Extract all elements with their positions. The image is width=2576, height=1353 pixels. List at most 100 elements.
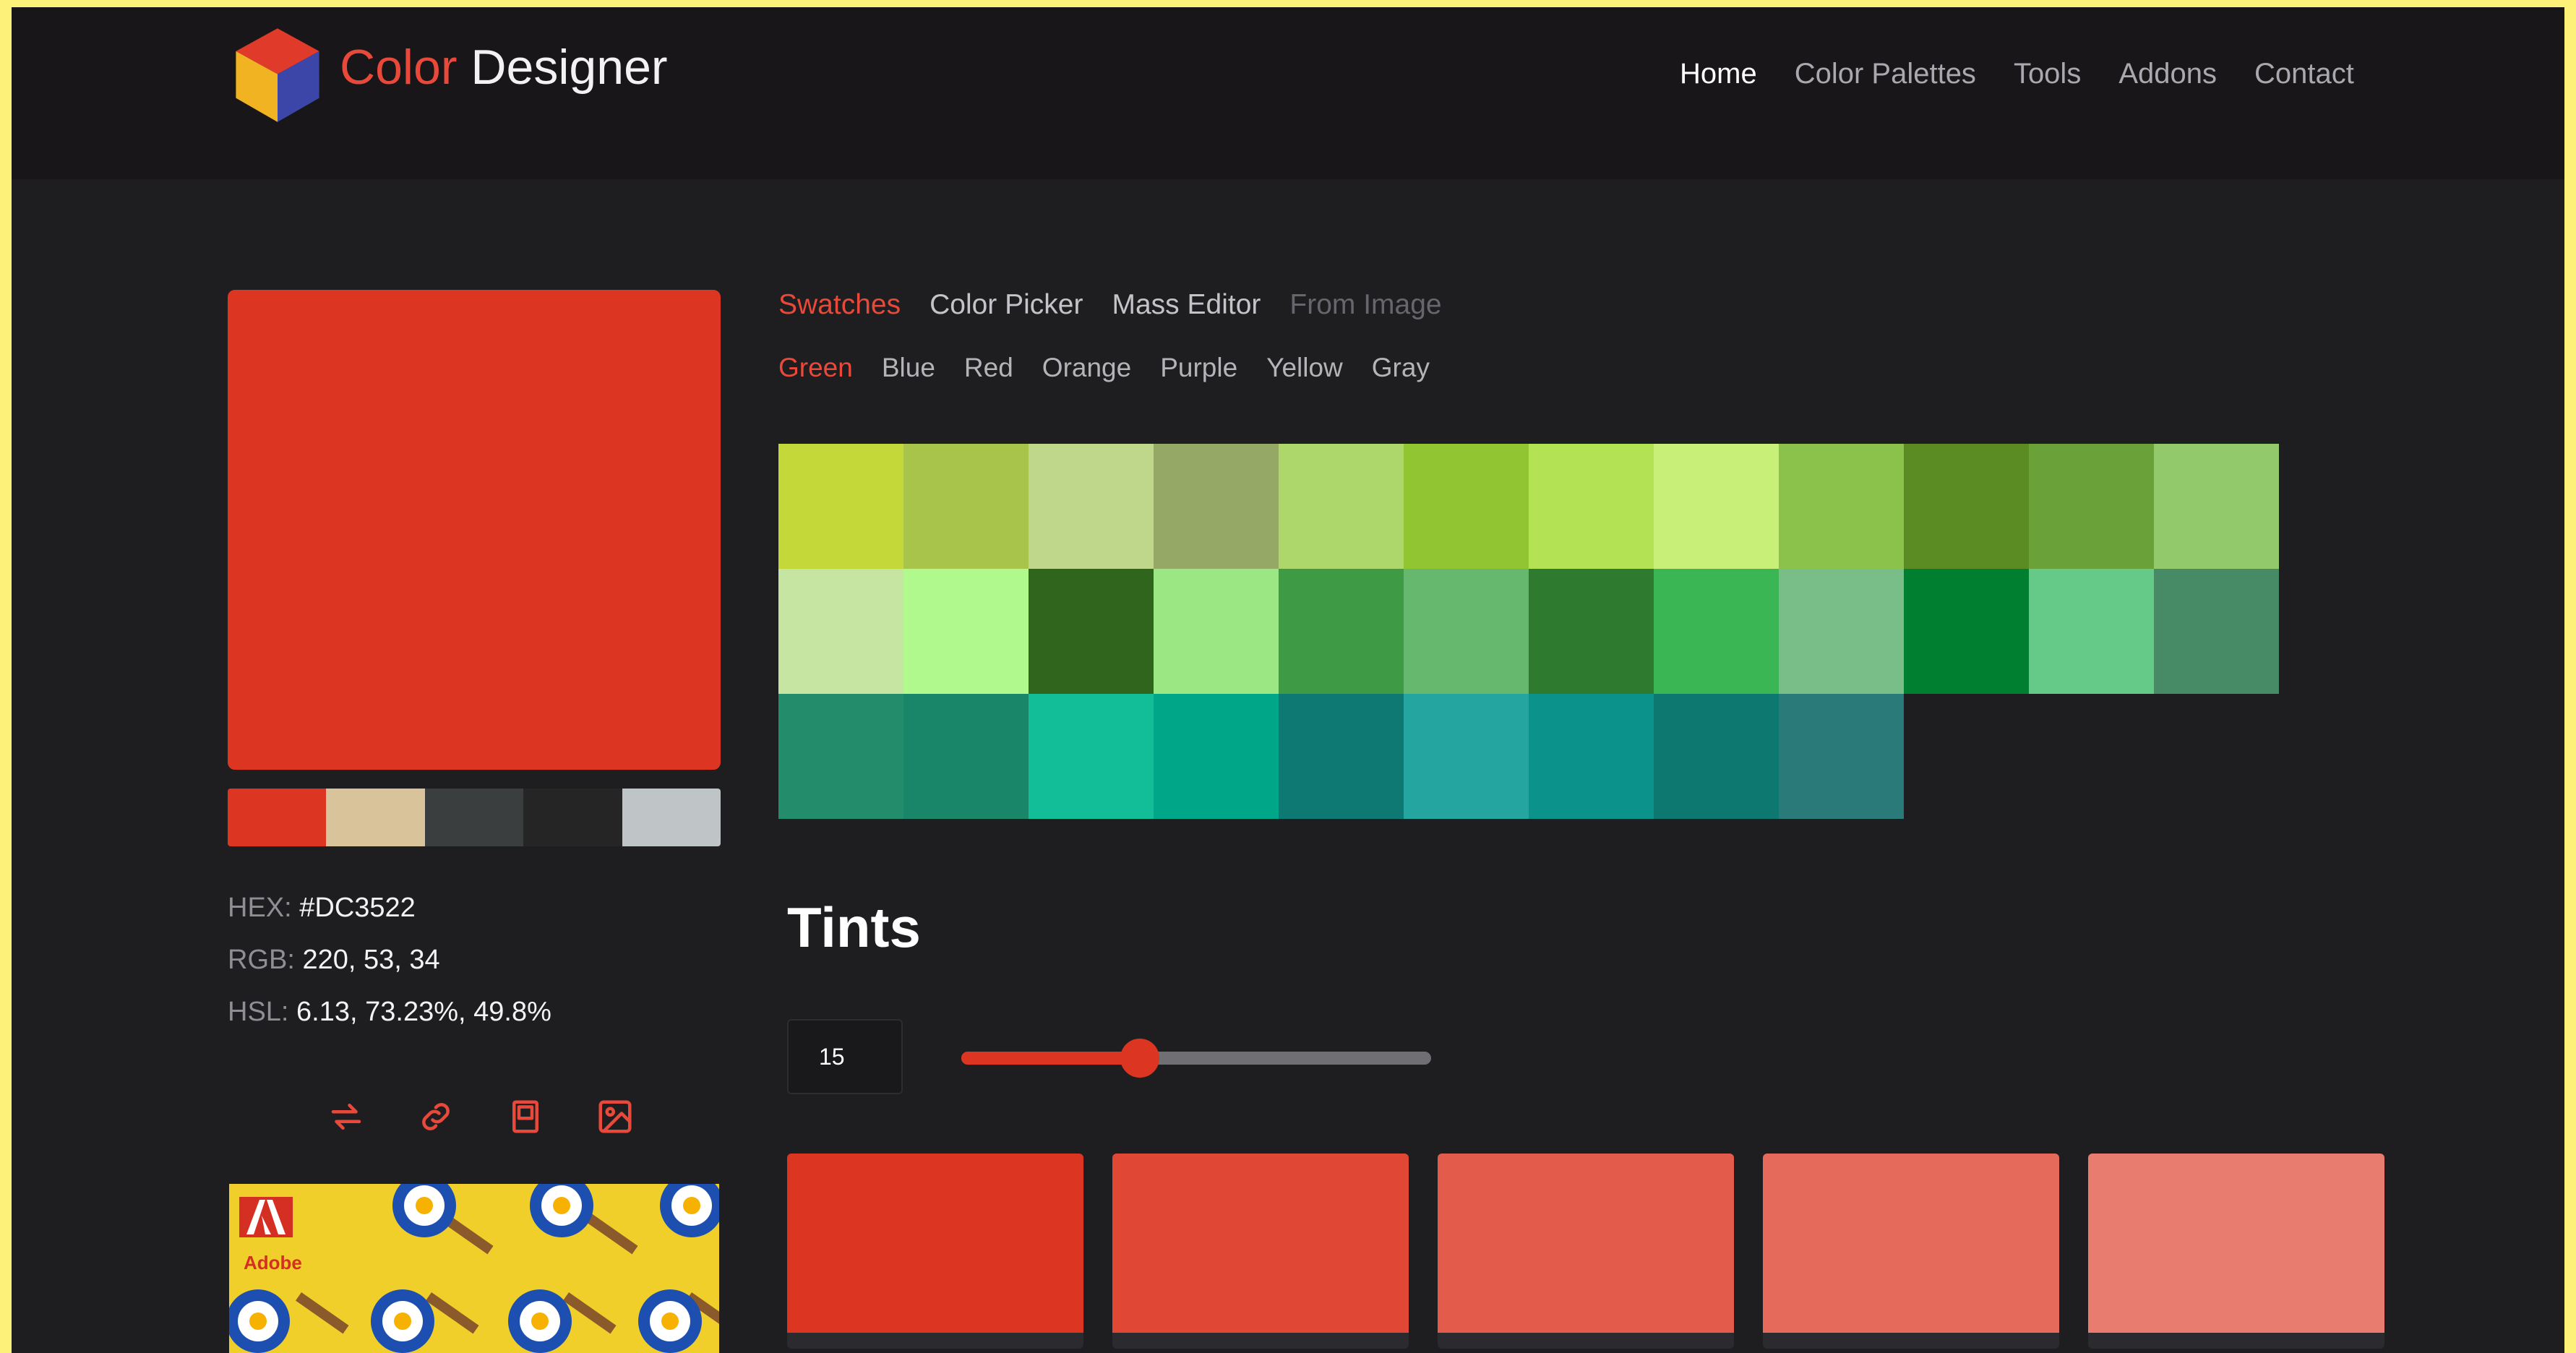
tint-color [787, 1154, 1083, 1333]
color-swatch[interactable] [1029, 569, 1154, 694]
color-swatch[interactable] [2154, 444, 2279, 569]
ad-pattern: Adobe [229, 1184, 719, 1353]
color-swatch[interactable] [1154, 569, 1279, 694]
subtab-orange[interactable]: Orange [1042, 353, 1131, 383]
color-swatch[interactable] [2029, 444, 2154, 569]
tints-row [787, 1154, 2384, 1349]
slider-thumb[interactable] [1120, 1039, 1159, 1078]
color-swatch[interactable] [1904, 569, 2029, 694]
color-swatch[interactable] [1779, 444, 1904, 569]
tint-card[interactable] [1763, 1154, 2059, 1349]
palette-swatch[interactable] [228, 789, 327, 846]
save-icon[interactable] [506, 1097, 545, 1136]
frying-pan-icon [392, 1184, 494, 1255]
tab-mass-editor[interactable]: Mass Editor [1112, 289, 1261, 321]
tint-card[interactable] [1112, 1154, 1409, 1349]
tint-card[interactable] [2088, 1154, 2384, 1349]
tint-card[interactable] [787, 1154, 1083, 1349]
mini-palette [228, 789, 721, 846]
hex-label: HEX: [228, 893, 292, 923]
color-info: HEX: #DC3522 RGB: 220, 53, 34 HSL: 6.13,… [228, 893, 551, 1049]
color-swatch[interactable] [903, 569, 1029, 694]
rgb-label: RGB: [228, 945, 295, 975]
header: Color Designer Home Color Palettes Tools… [12, 7, 2564, 179]
palette-swatch[interactable] [326, 789, 425, 846]
frying-pan-icon [508, 1289, 617, 1353]
hex-value: #DC3522 [299, 893, 416, 923]
slider-fill [961, 1052, 1140, 1065]
color-swatch[interactable] [778, 569, 903, 694]
image-icon[interactable] [596, 1097, 635, 1136]
nav-color-palettes[interactable]: Color Palettes [1795, 58, 1976, 90]
swatch-grid [778, 444, 2279, 819]
color-swatch[interactable] [2029, 569, 2154, 694]
color-swatch[interactable] [778, 444, 903, 569]
color-swatch[interactable] [1654, 444, 1779, 569]
tint-count-slider[interactable] [961, 1039, 1431, 1078]
rgb-line: RGB: 220, 53, 34 [228, 945, 551, 976]
swap-icon[interactable] [327, 1097, 366, 1136]
color-swatch[interactable] [1904, 444, 2029, 569]
frying-pan-icon [660, 1184, 719, 1237]
subtab-gray[interactable]: Gray [1372, 353, 1430, 383]
link-icon[interactable] [416, 1097, 455, 1136]
tab-swatches[interactable]: Swatches [778, 289, 901, 321]
nav-tools[interactable]: Tools [2014, 58, 2081, 90]
color-swatch[interactable] [1779, 694, 1904, 819]
hex-line: HEX: #DC3522 [228, 893, 551, 924]
color-swatch[interactable] [1029, 694, 1154, 819]
color-actions [327, 1097, 635, 1136]
tint-color [2088, 1154, 2384, 1333]
color-swatch[interactable] [1529, 694, 1654, 819]
subtab-red[interactable]: Red [964, 353, 1013, 383]
color-swatch[interactable] [1404, 694, 1529, 819]
palette-swatch[interactable] [523, 789, 622, 846]
color-swatch[interactable] [2154, 569, 2279, 694]
color-swatch[interactable] [903, 444, 1029, 569]
cube-logo-icon[interactable] [226, 23, 330, 127]
color-swatch[interactable] [1279, 694, 1404, 819]
color-swatch[interactable] [1029, 444, 1154, 569]
main-nav: Home Color Palettes Tools Addons Contact [1680, 58, 2354, 90]
color-swatch[interactable] [1279, 444, 1404, 569]
color-swatch[interactable] [1154, 444, 1279, 569]
color-swatch[interactable] [1779, 569, 1904, 694]
color-swatch[interactable] [1529, 569, 1654, 694]
frying-pan-icon [371, 1289, 479, 1353]
color-swatch[interactable] [778, 694, 903, 819]
tint-card[interactable] [1438, 1154, 1734, 1349]
ad-banner[interactable]: Adobe [229, 1184, 719, 1353]
nav-home[interactable]: Home [1680, 58, 1757, 90]
color-swatch[interactable] [1154, 694, 1279, 819]
app-window: Color Designer Home Color Palettes Tools… [12, 7, 2564, 1353]
ad-brand-text: Adobe [244, 1252, 302, 1273]
hsl-line: HSL: 6.13, 73.23%, 49.8% [228, 997, 551, 1028]
picker-tabs: Swatches Color Picker Mass Editor From I… [778, 289, 1442, 321]
palette-swatch[interactable] [622, 789, 721, 846]
color-swatch[interactable] [1404, 444, 1529, 569]
brand-accent: Color [340, 40, 458, 95]
brand-title[interactable]: Color Designer [340, 39, 668, 95]
tint-count-input[interactable]: 15 [787, 1019, 903, 1094]
subtab-yellow[interactable]: Yellow [1266, 353, 1343, 383]
selected-color-preview [228, 290, 721, 770]
subtab-green[interactable]: Green [778, 353, 853, 383]
color-swatch[interactable] [1654, 694, 1779, 819]
tint-color [1438, 1154, 1734, 1333]
subtab-blue[interactable]: Blue [882, 353, 935, 383]
tab-color-picker[interactable]: Color Picker [929, 289, 1083, 321]
subtab-purple[interactable]: Purple [1160, 353, 1237, 383]
color-swatch[interactable] [1404, 569, 1529, 694]
tint-color [1763, 1154, 2059, 1333]
frying-pan-icon [530, 1184, 638, 1255]
nav-contact[interactable]: Contact [2254, 58, 2354, 90]
palette-swatch[interactable] [424, 789, 524, 846]
color-swatch[interactable] [1279, 569, 1404, 694]
color-swatch[interactable] [1529, 444, 1654, 569]
tab-from-image[interactable]: From Image [1289, 289, 1441, 321]
hsl-label: HSL: [228, 997, 289, 1027]
color-swatch[interactable] [903, 694, 1029, 819]
nav-addons[interactable]: Addons [2118, 58, 2217, 90]
brand-rest: Designer [457, 40, 668, 95]
color-swatch[interactable] [1654, 569, 1779, 694]
